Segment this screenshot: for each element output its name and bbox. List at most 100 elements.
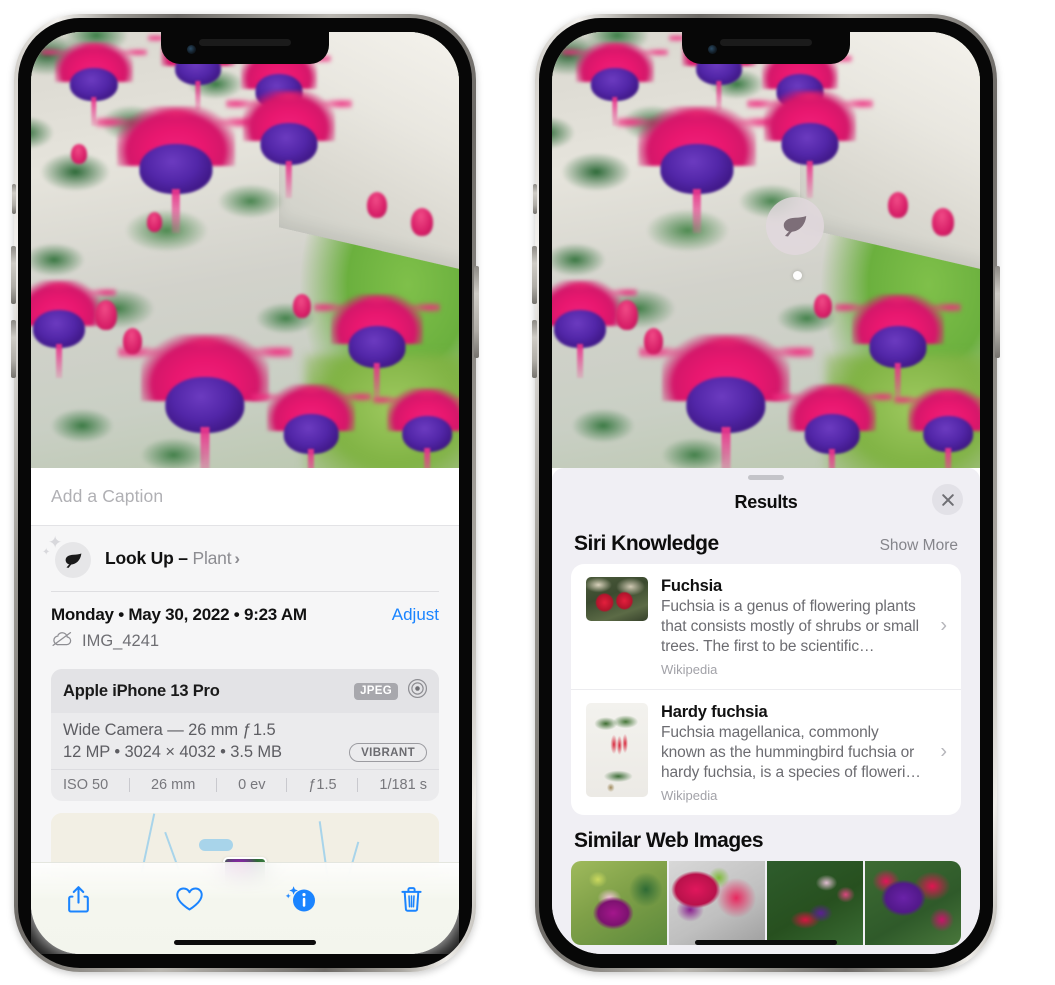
photo-metadata-area: ✦ ✦ Look Up – Plant › Monday • May 30, 2… (31, 526, 459, 887)
date-block: Monday • May 30, 2022 • 9:23 AM Adjust I… (31, 592, 459, 662)
cloud-slash-icon (51, 631, 73, 652)
photo-viewer[interactable] (552, 32, 980, 468)
knowledge-card-hardy-fuchsia[interactable]: Hardy fuchsia Fuchsia magellanica, commo… (571, 688, 961, 815)
camera-card-body: Wide Camera — 26 mm ƒ 1.5 12 MP • 3024 ×… (51, 713, 439, 769)
caption-input-row[interactable]: Add a Caption (31, 468, 459, 526)
web-image-1[interactable] (571, 860, 667, 945)
volume-down-button[interactable] (532, 320, 537, 378)
notch (161, 32, 329, 64)
fuchsia-flowers-photo (31, 32, 459, 468)
right-iphone-device: Results Siri Knowledge Show More Fuchsia… (532, 14, 1000, 972)
power-button[interactable] (995, 266, 1000, 358)
camera-model: Apple iPhone 13 Pro (63, 681, 220, 700)
camera-lens: Wide Camera — 26 mm ƒ 1.5 (63, 721, 276, 739)
leaf-icon (55, 542, 91, 578)
look-up-icon-group: ✦ ✦ (42, 534, 91, 578)
exif-separator (129, 778, 131, 792)
photographic-style-badge: VIBRANT (349, 743, 427, 762)
chevron-right-icon: › (940, 614, 947, 637)
mute-switch[interactable] (533, 184, 537, 214)
chevron-right-icon: › (234, 548, 240, 568)
camera-specs: 12 MP • 3024 × 4032 • 3.5 MB (63, 743, 282, 761)
right-phone-screen: Results Siri Knowledge Show More Fuchsia… (552, 32, 980, 954)
web-image-4[interactable] (865, 860, 961, 945)
show-more-button[interactable]: Show More (880, 537, 958, 555)
camera-info-card[interactable]: Apple iPhone 13 Pro JPEG Wide Camera — 2… (51, 669, 439, 801)
exif-shutter-speed: 1/181 s (379, 777, 427, 793)
earpiece-speaker (720, 39, 812, 46)
sparkle-small-icon: ✦ (42, 547, 51, 558)
close-icon (941, 493, 954, 506)
exif-exposure-compensation: 0 ev (238, 777, 266, 793)
look-up-label: Look Up – Plant › (105, 548, 240, 569)
left-phone-bezel: Add a Caption ✦ ✦ Look Up – Plant › Mond… (18, 18, 472, 968)
results-header: Results (552, 480, 980, 524)
photo-viewer[interactable] (31, 32, 459, 468)
exif-focal-length: 26 mm (150, 777, 196, 793)
volume-down-button[interactable] (11, 320, 16, 378)
look-up-title: Look Up (105, 547, 174, 568)
fuchsia-red-flowers-thumbnail (586, 577, 648, 621)
camera-aperture-icon (407, 678, 428, 704)
similar-web-images-header: Similar Web Images (552, 815, 980, 857)
photo-info-sheet: Add a Caption ✦ ✦ Look Up – Plant › Mond… (31, 468, 459, 954)
file-row: IMG_4241 (51, 631, 439, 652)
visual-look-up-anchor-dot (793, 271, 802, 280)
knowledge-source: Wikipedia (661, 661, 718, 677)
info-button[interactable] (281, 879, 321, 919)
siri-knowledge-cards: Fuchsia Fuchsia is a genus of flowering … (571, 564, 961, 815)
screenshot-stage: Add a Caption ✦ ✦ Look Up – Plant › Mond… (0, 0, 1055, 985)
look-up-dash: – (178, 547, 188, 568)
web-image-3[interactable] (767, 860, 863, 945)
exif-aperture: ƒ1.5 (308, 777, 337, 793)
photo-date: Monday • May 30, 2022 • 9:23 AM (51, 605, 307, 624)
volume-up-button[interactable] (11, 246, 16, 304)
notch (682, 32, 850, 64)
look-up-subject: Plant (192, 547, 232, 568)
results-sheet: Results Siri Knowledge Show More Fuchsia… (552, 468, 980, 954)
adjust-button[interactable]: Adjust (392, 605, 439, 625)
home-indicator[interactable] (174, 940, 316, 945)
siri-knowledge-header: Siri Knowledge Show More (552, 524, 980, 564)
caption-input[interactable]: Add a Caption (51, 486, 163, 507)
power-button[interactable] (474, 266, 479, 358)
file-name: IMG_4241 (82, 632, 160, 650)
close-button[interactable] (932, 484, 963, 515)
look-up-row[interactable]: ✦ ✦ Look Up – Plant › (31, 526, 459, 591)
leaf-icon (783, 216, 807, 237)
section-title-siri-knowledge: Siri Knowledge (574, 532, 719, 555)
chevron-right-icon: › (940, 740, 947, 763)
section-title-similar-web-images: Similar Web Images (574, 828, 764, 852)
format-badge: JPEG (354, 682, 398, 700)
web-image-2[interactable] (669, 860, 765, 945)
earpiece-speaker (199, 39, 291, 46)
knowledge-source: Wikipedia (661, 787, 718, 803)
exif-separator (357, 778, 359, 792)
camera-card-header: Apple iPhone 13 Pro JPEG (51, 669, 439, 713)
exif-separator (286, 778, 288, 792)
share-button[interactable] (58, 879, 98, 919)
delete-button[interactable] (392, 879, 432, 919)
knowledge-title: Hardy fuchsia (661, 702, 768, 721)
volume-up-button[interactable] (532, 246, 537, 304)
exif-iso: ISO 50 (63, 777, 109, 793)
exif-row: ISO 50 26 mm 0 ev ƒ1.5 1/181 s (51, 769, 439, 801)
hardy-fuchsia-specimen-thumbnail (586, 702, 648, 797)
front-camera-icon (187, 45, 196, 54)
knowledge-description: Fuchsia is a genus of flowering plants t… (661, 598, 919, 655)
similar-web-images-grid (571, 860, 961, 945)
left-iphone-device: Add a Caption ✦ ✦ Look Up – Plant › Mond… (11, 14, 479, 972)
results-title: Results (734, 491, 798, 512)
home-indicator[interactable] (695, 940, 837, 945)
front-camera-icon (708, 45, 717, 54)
knowledge-card-fuchsia[interactable]: Fuchsia Fuchsia is a genus of flowering … (571, 564, 961, 689)
knowledge-title: Fuchsia (661, 577, 722, 595)
left-phone-screen: Add a Caption ✦ ✦ Look Up – Plant › Mond… (31, 32, 459, 954)
exif-separator (216, 778, 218, 792)
right-phone-bezel: Results Siri Knowledge Show More Fuchsia… (539, 18, 993, 968)
favorite-button[interactable] (169, 879, 209, 919)
visual-look-up-badge[interactable] (766, 197, 824, 255)
mute-switch[interactable] (12, 184, 16, 214)
fuchsia-flowers-photo (552, 32, 980, 468)
knowledge-description: Fuchsia magellanica, commonly known as t… (661, 723, 921, 781)
